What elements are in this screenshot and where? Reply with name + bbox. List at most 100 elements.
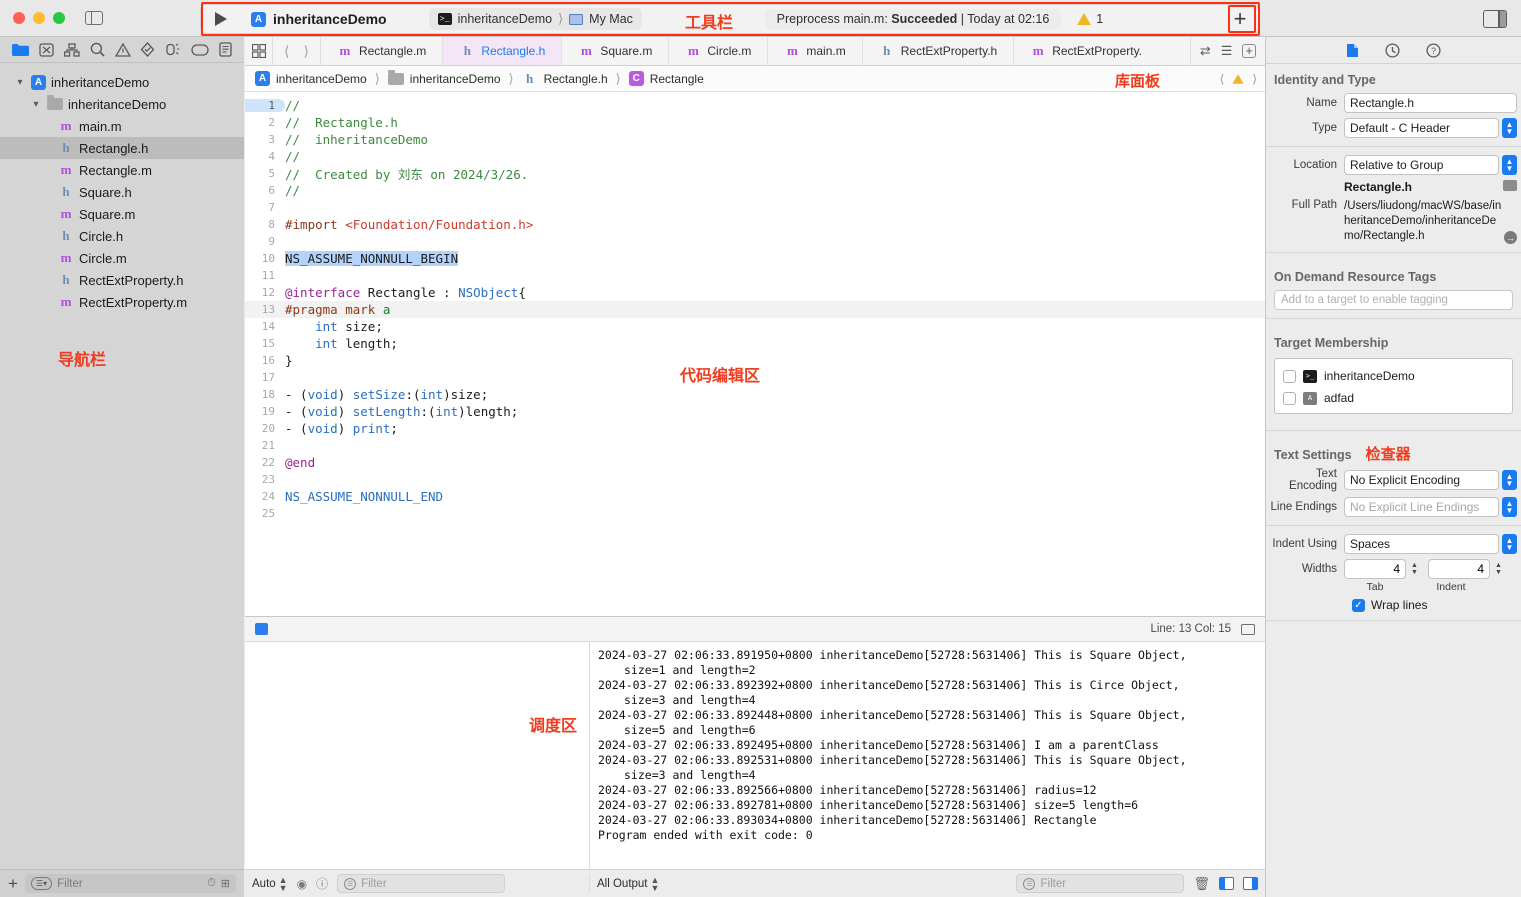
target-membership-list[interactable]: >_ inheritanceDemo A adfad — [1274, 358, 1513, 414]
line-endings-select[interactable]: No Explicit Line Endings — [1344, 497, 1499, 517]
destination-selector[interactable]: >_ inheritanceDemo ⟩ My Mac — [428, 8, 642, 30]
tree-row-group[interactable]: ▾ inheritanceDemo — [0, 93, 244, 115]
editor-tab-bar[interactable]: ⟨ ⟩ m Rectangle.m h Rectangle.h m Square.m … — [245, 37, 1265, 66]
report-navigator-icon[interactable] — [219, 42, 232, 57]
indent-width-input[interactable]: 4 — [1428, 559, 1490, 579]
adjust-editor-options-icon[interactable]: ☰ — [1221, 43, 1233, 59]
indent-width-stepper-icon[interactable]: ▲ ▼ — [1493, 562, 1504, 576]
warning-indicator[interactable]: 1 — [1077, 12, 1103, 26]
add-editor-icon[interactable]: + — [1242, 44, 1256, 58]
debug-bar[interactable]: Line: 13 Col: 15 — [245, 617, 1265, 642]
editor-history-arrows[interactable]: ⟨ ⟩ — [273, 37, 321, 65]
tree-row-square-h[interactable]: h Square.h — [0, 181, 244, 203]
hide-debug-area-icon[interactable] — [255, 623, 268, 635]
type-stepper-icon[interactable]: ▲ ▼ — [1502, 118, 1517, 138]
editor-options-group[interactable]: ⇄ ☰ + — [1189, 37, 1265, 65]
issue-navigator-icon[interactable] — [114, 42, 131, 57]
editor-tab-circle-m[interactable]: m Circle.m — [669, 37, 769, 65]
quick-help-inspector-icon[interactable]: ? — [1426, 42, 1441, 58]
recent-files-icon[interactable]: ⏱ — [207, 877, 216, 890]
info-icon[interactable]: ⓘ — [316, 875, 328, 892]
breakpoint-navigator-icon[interactable] — [191, 43, 209, 56]
variables-view[interactable]: 调度区 — [245, 642, 590, 869]
file-inspector-icon[interactable] — [1346, 43, 1359, 58]
add-file-button[interactable]: + — [8, 874, 18, 894]
editor-tab-main-m[interactable]: m main.m — [768, 37, 863, 65]
wrap-lines-checkbox[interactable]: ✓ — [1352, 598, 1365, 612]
clear-console-icon[interactable]: 🗑 — [1193, 876, 1210, 892]
find-navigator-icon[interactable] — [90, 42, 105, 57]
tree-row-project[interactable]: ▾ A inheritanceDemo — [0, 71, 244, 93]
tab-width-input[interactable]: 4 — [1344, 559, 1406, 579]
indent-stepper-icon[interactable]: ▲ ▼ — [1502, 534, 1517, 554]
assistant-editor-icon[interactable]: ⇄ — [1200, 43, 1211, 59]
code-line[interactable]: 22 @end — [245, 454, 1265, 471]
project-tree[interactable]: ▾ A inheritanceDemo ▾ inheritanceDemo m … — [0, 63, 244, 869]
watch-icon[interactable]: ◉ — [297, 877, 307, 891]
code-line[interactable]: 18 - (void) setSize:(int)size; — [245, 386, 1265, 403]
code-line[interactable]: 23 — [245, 471, 1265, 488]
code-line[interactable]: 10 NS_ASSUME_NONNULL_BEGIN — [245, 250, 1265, 267]
navigator-tab-bar[interactable] — [0, 37, 244, 63]
issue-stepper[interactable]: ⟨ ⟩ — [1220, 66, 1257, 92]
traffic-lights[interactable] — [0, 12, 65, 24]
console-filter-input[interactable]: ☰ Filter — [1016, 874, 1185, 893]
code-line[interactable]: 15 int length; — [245, 335, 1265, 352]
choose-folder-icon[interactable] — [1503, 180, 1517, 191]
inspector-toggle-icon[interactable] — [1483, 10, 1507, 28]
disclosure-chevron-icon[interactable]: ▾ — [14, 77, 26, 88]
location-stepper-icon[interactable]: ▲ ▼ — [1502, 155, 1517, 175]
editor-tab-rectextproperty-h[interactable]: h RectExtProperty.h — [863, 37, 1015, 65]
odr-tags-input[interactable]: Add to a target to enable tagging — [1274, 290, 1513, 310]
zoom-button[interactable] — [53, 12, 65, 24]
back-chevron-icon[interactable]: ⟨ — [284, 43, 289, 60]
tree-row-rectextproperty-m[interactable]: m RectExtProperty.m — [0, 291, 244, 313]
project-navigator-icon[interactable] — [12, 43, 29, 57]
location-select[interactable]: Relative to Group — [1344, 155, 1499, 175]
code-line[interactable]: 24 NS_ASSUME_NONNULL_END — [245, 488, 1265, 505]
editor-tab-square-m[interactable]: m Square.m — [562, 37, 670, 65]
add-editor-button[interactable]: + — [1226, 5, 1254, 33]
test-navigator-icon[interactable] — [140, 42, 155, 57]
code-line[interactable]: 3 // inheritanceDemo — [245, 131, 1265, 148]
disclosure-chevron-icon[interactable]: ▾ — [30, 99, 42, 110]
tree-row-rectangle-h[interactable]: h Rectangle.h — [0, 137, 244, 159]
code-line[interactable]: 11 — [245, 267, 1265, 284]
inspector-tab-bar[interactable]: ? — [1266, 37, 1521, 64]
code-line[interactable]: 25 — [245, 505, 1265, 522]
navigator-filter-input[interactable]: ☰▾ Filter ⏱ ⊞ — [24, 874, 236, 893]
code-line[interactable]: 4 // — [245, 148, 1265, 165]
previous-issue-icon[interactable]: ⟨ — [1220, 72, 1225, 86]
editor-tab-rectextproperty-m[interactable]: m RectExtProperty. — [1014, 37, 1158, 65]
code-line[interactable]: 9 — [245, 233, 1265, 250]
filter-chip-icon[interactable]: ☰▾ — [30, 877, 53, 890]
scheme-selector[interactable]: A inheritanceDemo — [241, 11, 397, 27]
breadcrumb-item-symbol[interactable]: Rectangle — [650, 72, 704, 86]
tree-row-square-m[interactable]: m Square.m — [0, 203, 244, 225]
tree-row-rectangle-m[interactable]: m Rectangle.m — [0, 159, 244, 181]
code-line[interactable]: 21 — [245, 437, 1265, 454]
target-row-adfad[interactable]: A adfad — [1283, 387, 1504, 409]
breadcrumb-item-project[interactable]: inheritanceDemo — [276, 72, 367, 86]
code-line[interactable]: 12 @interface Rectangle : NSObject{ — [245, 284, 1265, 301]
output-scope-popup[interactable]: All Output ▲ ▼ — [597, 875, 659, 892]
tree-row-main-m[interactable]: m main.m — [0, 115, 244, 137]
code-line[interactable]: 19 - (void) setLength:(int)length; — [245, 403, 1265, 420]
console-output[interactable]: 2024-03-27 02:06:33.891950+0800 inherita… — [590, 642, 1265, 869]
next-issue-icon[interactable]: ⟩ — [1252, 72, 1257, 86]
editor-tab-rectangle-h[interactable]: h Rectangle.h — [443, 37, 563, 65]
reveal-in-finder-icon[interactable]: → — [1504, 231, 1517, 244]
tab-width-stepper-icon[interactable]: ▲ ▼ — [1409, 562, 1420, 576]
encoding-stepper-icon[interactable]: ▲ ▼ — [1502, 470, 1517, 490]
source-code-editor[interactable]: 1//2// Rectangle.h 3// inheritanceDemo 4//… — [245, 92, 1265, 616]
wrap-lines-row[interactable]: ✓ Wrap lines — [1266, 598, 1521, 612]
history-inspector-icon[interactable] — [1385, 42, 1400, 58]
breadcrumb-item-file[interactable]: Rectangle.h — [544, 72, 608, 86]
hierarchy-navigator-icon[interactable] — [63, 42, 80, 57]
minimap-icon[interactable] — [1241, 623, 1255, 635]
sidebar-toggle-icon[interactable] — [85, 11, 103, 25]
line-endings-stepper-icon[interactable]: ▲ ▼ — [1502, 497, 1517, 517]
code-line[interactable]: 7 — [245, 199, 1265, 216]
breadcrumb-item-group[interactable]: inheritanceDemo — [410, 72, 501, 86]
source-control-filter-icon[interactable]: ⊞ — [221, 877, 230, 890]
